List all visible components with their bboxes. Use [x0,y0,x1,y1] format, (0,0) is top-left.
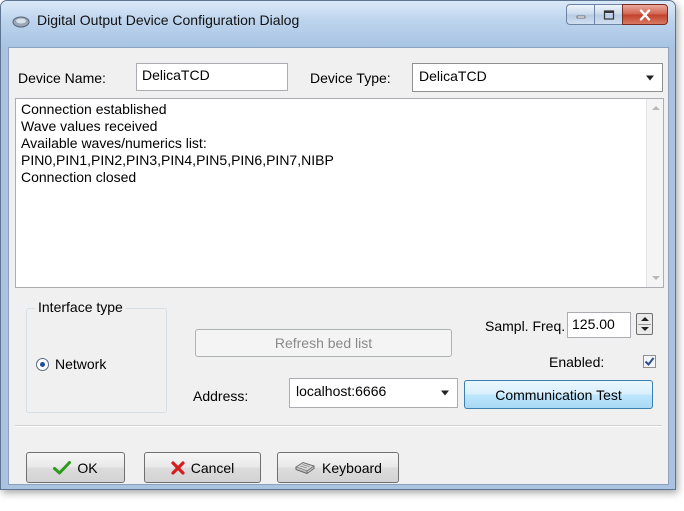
address-value: localhost:6666 [296,383,387,399]
device-name-label: Device Name: [18,70,106,86]
keyboard-icon [294,461,316,475]
network-radio-label: Network [55,356,107,372]
network-radio-option[interactable]: Network [36,356,106,372]
device-type-value: DelicaTCD [419,68,487,84]
window-title: Digital Output Device Configuration Dial… [37,12,300,28]
sampl-freq-spinner[interactable] [636,313,653,335]
close-button[interactable] [622,4,668,25]
log-output[interactable]: Connection established Wave values recei… [15,98,664,288]
sampl-freq-label: Sampl. Freq. [485,318,566,334]
scroll-down-icon[interactable] [652,276,660,280]
log-scrollbar[interactable] [646,99,663,287]
interface-type-group: Interface type Network [26,299,167,413]
enabled-checkbox[interactable] [643,355,656,368]
log-line: Connection closed [21,169,137,185]
app-icon [12,16,30,28]
dialog-window: Digital Output Device Configuration Dial… [0,0,676,490]
footer-separator [15,425,662,427]
title-bar[interactable]: Digital Output Device Configuration Dial… [1,1,675,47]
minimize-icon [576,15,585,18]
refresh-bed-list-button[interactable]: Refresh bed list [195,329,452,357]
caption-buttons [566,4,668,26]
log-line: Wave values received [21,118,158,134]
keyboard-button[interactable]: Keyboard [277,452,399,483]
device-type-select[interactable]: DelicaTCD [412,63,663,92]
enabled-label: Enabled: [549,354,605,370]
checkmark-icon [53,460,72,475]
maximize-icon [603,9,614,20]
cancel-button[interactable]: Cancel [144,452,261,483]
communication-test-button[interactable]: Communication Test [464,380,653,409]
device-type-label: Device Type: [310,70,391,86]
log-line: Available waves/numerics list: [21,135,207,151]
spin-divider [638,324,651,325]
minimize-button[interactable] [566,4,594,25]
interface-type-title: Interface type [35,299,126,315]
cancel-button-label: Cancel [190,459,235,476]
chevron-down-icon [646,75,654,80]
log-line: PIN0,PIN1,PIN2,PIN3,PIN4,PIN5,PIN6,PIN7,… [21,152,334,168]
maximize-button[interactable] [594,4,622,25]
address-select[interactable]: localhost:6666 [289,378,458,408]
keyboard-button-label: Keyboard [322,459,382,476]
network-radio[interactable] [36,357,49,371]
spin-up-icon[interactable] [641,317,649,321]
address-label: Address: [193,388,249,404]
chevron-down-icon [441,390,449,396]
ok-button-label: OK [77,459,98,476]
dialog-client-area: Device Name: DelicaTCD Device Type: Deli… [8,47,669,485]
scroll-up-icon[interactable] [652,106,660,110]
close-icon [639,9,651,20]
device-name-input[interactable]: DelicaTCD [136,63,288,91]
cancel-x-icon [171,460,185,475]
spin-down-icon[interactable] [641,327,649,331]
sampl-freq-input[interactable]: 125.00 [567,312,631,338]
log-line: Connection established [21,101,167,117]
checkmark-icon [644,357,655,367]
ok-button[interactable]: OK [26,452,125,483]
